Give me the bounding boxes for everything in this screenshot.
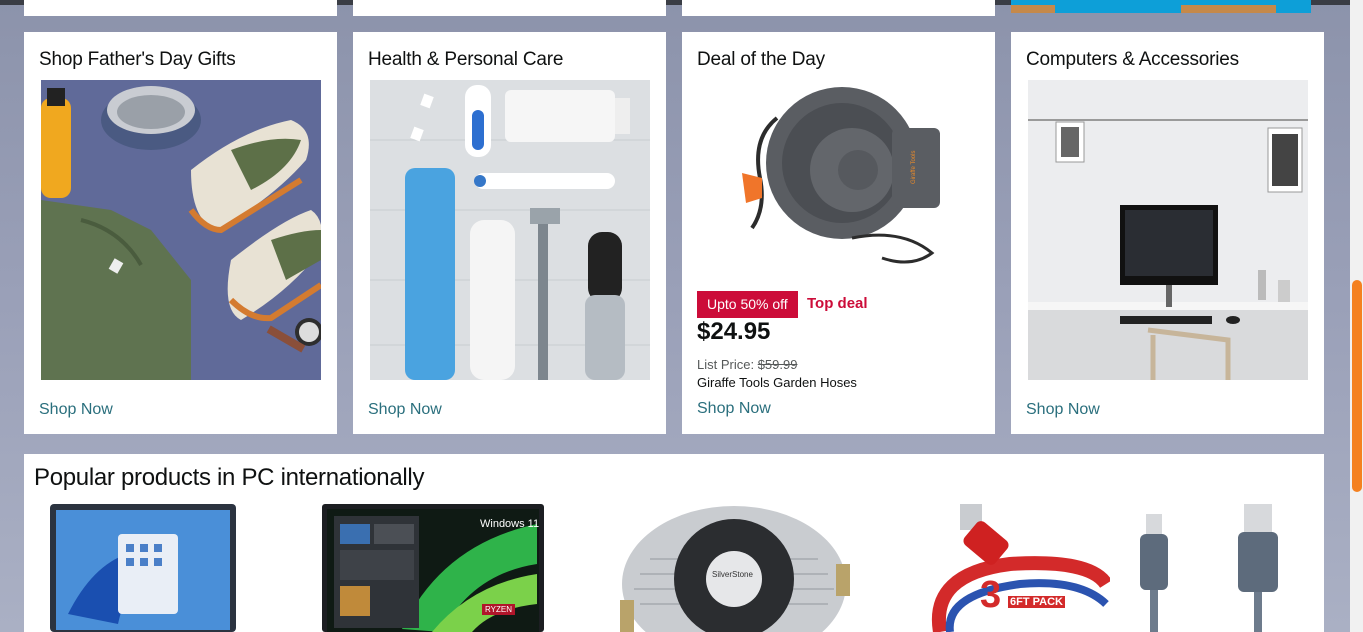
card-title: Shop Father's Day Gifts xyxy=(39,49,236,70)
card-title: Deal of the Day xyxy=(697,49,825,70)
laptop-windows-icon xyxy=(50,504,236,632)
scrollbar-thumb[interactable] xyxy=(1352,280,1362,492)
windows11-badge: Windows 11 xyxy=(480,518,540,530)
brand-text: Giraffe Tools xyxy=(911,151,917,184)
card-deal-of-the-day: Deal of the Day Giraffe Tools Upto 50% o… xyxy=(682,32,995,434)
previous-card-bottom xyxy=(24,0,337,16)
product-item[interactable]: Windows 11 RYZEN xyxy=(322,504,544,632)
fathers-day-gifts-image[interactable] xyxy=(41,80,321,380)
top-deal-label: Top deal xyxy=(807,295,868,312)
previous-banner-bottom xyxy=(1011,0,1311,13)
card-title: Computers & Accessories xyxy=(1026,49,1239,70)
lightning-cable-icon xyxy=(1140,504,1278,632)
cpu-cooler-icon xyxy=(620,506,850,632)
list-price-label: List Price: xyxy=(697,357,755,372)
cooler-brand: SilverStone xyxy=(712,570,753,579)
pack-count: 3 xyxy=(980,574,1002,616)
product-item[interactable]: 3 6FT PACK xyxy=(920,504,1110,632)
deal-product-name[interactable]: Giraffe Tools Garden Hoses xyxy=(697,375,857,390)
card-fathers-day: Shop Father's Day Gifts Shop Now xyxy=(24,32,337,434)
popular-products-section: Popular products in PC internationally W… xyxy=(24,454,1324,632)
card-title: Health & Personal Care xyxy=(368,49,564,70)
product-item[interactable] xyxy=(48,504,238,632)
card-health-care: Health & Personal Care Shop Now xyxy=(353,32,666,434)
shop-now-link[interactable]: Shop Now xyxy=(697,400,771,418)
section-title: Popular products in PC internationally xyxy=(34,464,425,491)
shop-now-link[interactable]: Shop Now xyxy=(368,401,442,419)
hose-reel-image[interactable]: Giraffe Tools xyxy=(732,78,952,273)
card-computers-accessories: Computers & Accessories Shop Now xyxy=(1011,32,1324,434)
health-care-image[interactable] xyxy=(370,80,650,380)
previous-card-bottom xyxy=(353,0,666,16)
product-item[interactable]: SilverStone xyxy=(600,504,868,632)
product-item[interactable] xyxy=(1134,504,1284,632)
red-cable-icon xyxy=(931,504,1110,632)
shop-now-link[interactable]: Shop Now xyxy=(39,401,113,419)
pack-label: 6FT PACK xyxy=(1008,596,1065,608)
shop-now-link[interactable]: Shop Now xyxy=(1026,401,1100,419)
previous-card-bottom xyxy=(682,0,995,16)
list-price-value: $59.99 xyxy=(757,357,798,372)
computers-image[interactable] xyxy=(1028,80,1308,380)
ryzen-badge: RYZEN xyxy=(482,604,515,615)
discount-badge: Upto 50% off xyxy=(697,291,798,318)
deal-price: $24.95 xyxy=(697,318,771,345)
list-price: List Price: $59.99 xyxy=(697,357,797,372)
